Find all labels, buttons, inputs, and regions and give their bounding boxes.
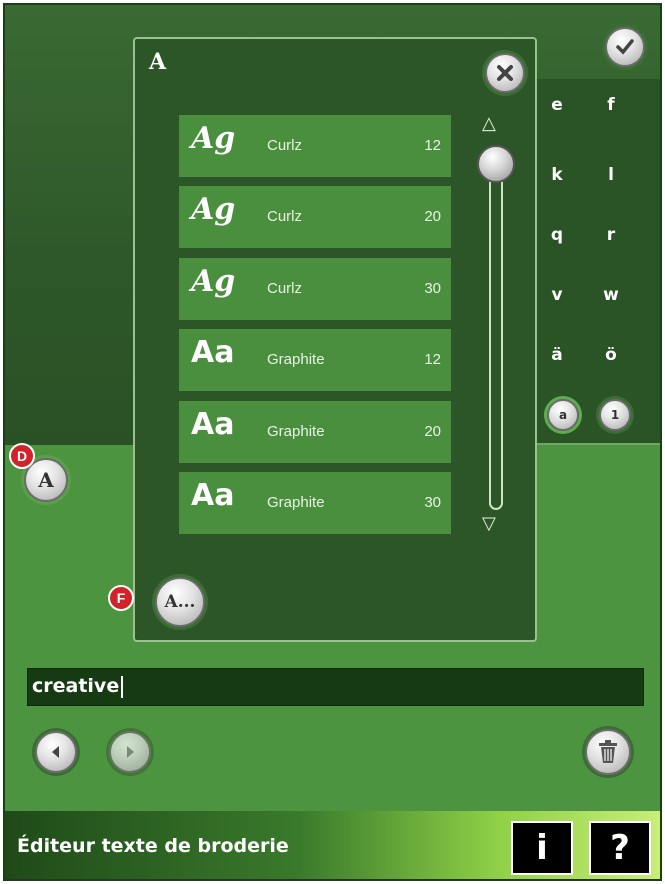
font-name: Graphite [267,351,325,368]
lowercase-toggle-button[interactable]: a [547,399,579,431]
font-sample: Aa [191,478,235,513]
key-e[interactable]: e [537,95,577,115]
key-l[interactable]: l [591,165,631,185]
font-sample: Ag [191,264,236,299]
screen-title: Éditeur texte de broderie [17,835,289,857]
font-list-item[interactable]: Ag Curlz 20 [179,186,451,248]
key-w[interactable]: w [591,285,631,305]
key-o-umlaut[interactable]: ö [591,345,631,365]
font-name: Curlz [267,280,303,297]
callout-badge-d: D [9,443,35,469]
cursor-left-button[interactable] [35,731,77,773]
help-button[interactable]: ? [589,821,651,875]
bottom-status-bar: Éditeur texte de broderie i ? [5,811,660,879]
font-sample: Aa [191,335,235,370]
info-icon: i [536,828,548,868]
checkmark-icon [616,39,634,55]
arrow-left-icon [52,746,59,758]
font-button-label: A [38,468,54,492]
more-fonts-button[interactable]: A... [155,577,205,627]
scrollbar-track[interactable] [489,164,503,510]
info-button[interactable]: i [511,821,573,875]
callout-badge-f: F [108,585,134,611]
font-name: Graphite [267,423,325,440]
key-q[interactable]: q [537,225,577,245]
key-r[interactable]: r [591,225,631,245]
numbers-label: 1 [610,408,620,422]
help-icon: ? [610,828,630,868]
close-dialog-button[interactable] [485,53,525,93]
cursor-right-button[interactable] [109,731,151,773]
font-size: 20 [424,423,441,440]
font-sample: Ag [191,192,236,227]
key-v[interactable]: v [537,285,577,305]
confirm-button[interactable] [605,27,645,67]
font-list-item[interactable]: Aa Graphite 20 [179,401,451,463]
arrow-right-icon [127,746,134,758]
font-size: 20 [424,208,441,225]
font-list-item[interactable]: Aa Graphite 12 [179,329,451,391]
text-input-value: creative [32,675,120,697]
dialog-title: A [149,49,167,75]
font-list-item[interactable]: Aa Graphite 30 [179,472,451,534]
key-k[interactable]: k [537,165,577,185]
text-input-field[interactable]: creative [27,668,644,706]
font-size: 12 [424,351,441,368]
text-caret [121,675,124,698]
trash-icon [599,740,617,763]
close-x-icon [497,65,513,81]
font-size: 30 [424,280,441,297]
font-sample: Aa [191,407,235,442]
font-name: Curlz [267,208,303,225]
embroidery-text-editor-screen: e f k l q r v w ä ö a 1 A D A Ag Curlz 1… [3,3,662,881]
key-a-umlaut[interactable]: ä [537,345,577,365]
font-list-item[interactable]: Ag Curlz 30 [179,258,451,320]
scrollbar-thumb[interactable] [477,145,515,183]
font-selection-dialog: A Ag Curlz 12 Ag Curlz 20 Ag Curlz 30 Aa… [133,37,537,642]
triangle-up-icon[interactable]: △ [482,113,496,134]
numbers-toggle-button[interactable]: 1 [599,399,631,431]
font-size: 30 [424,494,441,511]
more-fonts-label: A... [164,592,196,612]
font-name: Graphite [267,494,325,511]
lowercase-label: a [558,408,568,422]
keyboard-panel: e f k l q r v w ä ö a 1 [533,79,660,445]
font-sample: Ag [191,121,236,156]
font-size: 12 [424,137,441,154]
delete-button[interactable] [585,729,631,775]
triangle-down-icon[interactable]: ▽ [482,513,496,534]
font-name: Curlz [267,137,303,154]
font-list-item[interactable]: Ag Curlz 12 [179,115,451,177]
key-f[interactable]: f [591,95,631,115]
